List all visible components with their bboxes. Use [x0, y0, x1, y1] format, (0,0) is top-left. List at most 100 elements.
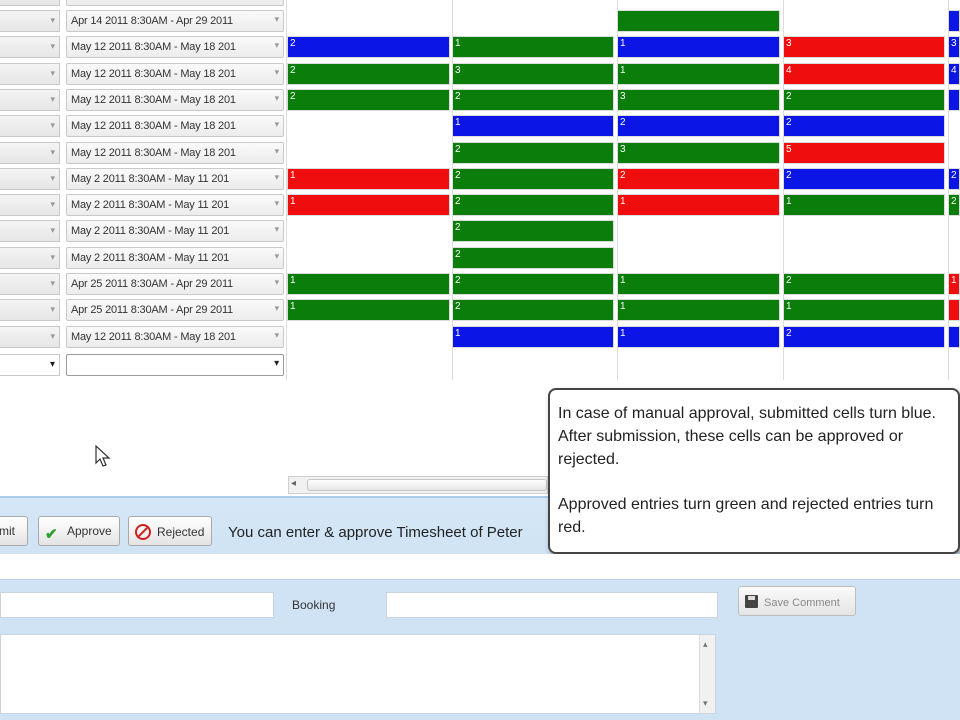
timesheet-cell-green[interactable]: 3 — [617, 89, 780, 111]
date-range-dropdown[interactable]: May 12 2011 8:30AM - May 18 201 ▾ — [66, 89, 284, 111]
row-label-dropdown[interactable]: ▾ — [0, 142, 60, 164]
row-label-dropdown[interactable]: ▾ — [0, 247, 60, 269]
timesheet-cell-green[interactable]: 2 — [452, 220, 614, 242]
row-label-dropdown[interactable]: ▾ — [0, 326, 60, 348]
new-entry-label-dropdown[interactable]: ▾ — [0, 354, 60, 376]
timesheet-cell-green[interactable]: 2 — [452, 168, 614, 190]
scroll-left-arrow-icon[interactable]: ◂ — [291, 478, 296, 489]
timesheet-cell-red[interactable]: 1 — [948, 273, 960, 295]
timesheet-cell-blue[interactable]: 2 — [287, 36, 450, 58]
grid-horizontal-scrollbar[interactable]: ◂ — [288, 476, 548, 494]
timesheet-cell-green[interactable]: 1 — [287, 299, 450, 321]
date-range-dropdown[interactable]: May 12 2011 8:30AM - May 18 201 ▾ — [66, 36, 284, 58]
row-label-dropdown[interactable]: ▾ — [0, 299, 60, 321]
submit-button[interactable]: mit — [0, 516, 28, 546]
row-label-dropdown[interactable]: ▾ — [0, 168, 60, 190]
timesheet-cell-green[interactable]: 3 — [452, 63, 614, 85]
timesheet-cell-green[interactable]: 2 — [783, 89, 945, 111]
scroll-up-arrow-icon[interactable]: ▴ — [703, 639, 708, 650]
row-label-dropdown[interactable]: ▾ — [0, 10, 60, 32]
timesheet-cell-blue[interactable]: 1 — [452, 115, 614, 137]
date-range-dropdown[interactable]: Apr 25 2011 8:30AM - Apr 29 2011 ▾ — [66, 273, 284, 295]
timesheet-cell-blue[interactable]: 1 — [452, 326, 614, 348]
date-range-dropdown[interactable]: May 2 2011 8:30AM - May 11 201 ▾ — [66, 247, 284, 269]
timesheet-cell-red[interactable] — [948, 299, 960, 321]
date-range-dropdown[interactable]: Apr 14 2011 8:30AM - Apr 29 2011 ▾ — [66, 10, 284, 32]
timesheet-cell-green[interactable]: 1 — [783, 194, 945, 216]
timesheet-cell-red[interactable]: 1 — [617, 194, 780, 216]
column-separator — [948, 0, 949, 380]
timesheet-cell-green[interactable]: 1 — [617, 299, 780, 321]
textarea-vertical-scrollbar[interactable]: ▴ ▾ — [699, 635, 715, 713]
timesheet-cell-green[interactable]: 2 — [452, 89, 614, 111]
row-label-dropdown[interactable]: ▾ — [0, 63, 60, 85]
timesheet-cell-blue[interactable]: 2 — [783, 168, 945, 190]
timesheet-cell-blue[interactable] — [948, 10, 960, 32]
date-range-dropdown[interactable]: May 2 2011 8:30AM - May 11 201 ▾ — [66, 220, 284, 242]
row-label-dropdown[interactable]: ▾ — [0, 36, 60, 58]
timesheet-cell-green[interactable]: 2 — [783, 273, 945, 295]
timesheet-cell-green[interactable]: 3 — [617, 142, 780, 164]
timesheet-cell-green[interactable]: 2 — [452, 273, 614, 295]
row-label-dropdown[interactable]: ▾ — [0, 273, 60, 295]
row-label-dropdown[interactable] — [0, 0, 60, 6]
date-range-dropdown[interactable] — [66, 0, 284, 6]
date-range-text: May 12 2011 8:30AM - May 18 201 — [71, 120, 236, 132]
row-label-dropdown[interactable]: ▾ — [0, 115, 60, 137]
timesheet-cell-blue[interactable]: 2 — [783, 326, 945, 348]
timesheet-cell-green[interactable]: 1 — [452, 36, 614, 58]
approve-button[interactable]: ✔ Approve — [38, 516, 120, 546]
chevron-down-icon: ▾ — [50, 252, 55, 262]
timesheet-cell-green[interactable]: 2 — [452, 194, 614, 216]
timesheet-cell-green[interactable]: 1 — [617, 63, 780, 85]
timesheet-cell-green[interactable]: 2 — [452, 142, 614, 164]
timesheet-cell-blue[interactable]: 1 — [617, 326, 780, 348]
date-range-dropdown[interactable]: May 12 2011 8:30AM - May 18 201 ▾ — [66, 142, 284, 164]
date-range-text: May 2 2011 8:30AM - May 11 201 — [71, 173, 230, 185]
timesheet-cell-blue[interactable]: 2 — [783, 115, 945, 137]
timesheet-cell-blue[interactable] — [948, 89, 960, 111]
date-range-dropdown[interactable]: May 2 2011 8:30AM - May 11 201 ▾ — [66, 168, 284, 190]
timesheet-cell-red[interactable]: 4 — [783, 63, 945, 85]
chevron-down-icon: ▾ — [274, 119, 280, 129]
timesheet-cell-green[interactable]: 2 — [452, 299, 614, 321]
timesheet-cell-blue[interactable] — [948, 326, 960, 348]
timesheet-cell-green[interactable]: 2 — [452, 247, 614, 269]
save-comment-button[interactable]: Save Comment — [738, 586, 856, 616]
timesheet-cell-green[interactable]: 1 — [783, 299, 945, 321]
timesheet-cell-blue[interactable]: 2 — [948, 168, 960, 190]
scroll-down-arrow-icon[interactable]: ▾ — [703, 698, 708, 709]
date-range-text: May 2 2011 8:30AM - May 11 201 — [71, 252, 230, 264]
booking-input[interactable] — [386, 592, 718, 618]
timesheet-cell-blue[interactable]: 3 — [948, 36, 960, 58]
row-label-dropdown[interactable]: ▾ — [0, 89, 60, 111]
timesheet-cell-green[interactable]: 2 — [948, 194, 960, 216]
scrollbar-thumb[interactable] — [307, 479, 547, 491]
booking-label: Booking — [292, 598, 336, 612]
date-range-dropdown[interactable]: May 2 2011 8:30AM - May 11 201 ▾ — [66, 194, 284, 216]
date-range-dropdown[interactable]: May 12 2011 8:30AM - May 18 201 ▾ — [66, 326, 284, 348]
timesheet-cell-green[interactable]: 2 — [287, 89, 450, 111]
timesheet-cell-red[interactable]: 1 — [287, 168, 450, 190]
timesheet-cell-green[interactable]: 1 — [287, 273, 450, 295]
rejected-button[interactable]: Rejected — [128, 516, 212, 546]
timesheet-cell-green[interactable]: 1 — [617, 273, 780, 295]
chevron-down-icon: ▾ — [274, 277, 280, 287]
timesheet-cell-red[interactable]: 3 — [783, 36, 945, 58]
timesheet-cell-green[interactable] — [617, 10, 780, 32]
comment-textarea[interactable]: ▴ ▾ — [0, 634, 716, 714]
timesheet-cell-red[interactable]: 1 — [287, 194, 450, 216]
row-label-dropdown[interactable]: ▾ — [0, 220, 60, 242]
timesheet-cell-green[interactable]: 2 — [287, 63, 450, 85]
timesheet-cell-red[interactable]: 5 — [783, 142, 945, 164]
date-range-dropdown[interactable]: May 12 2011 8:30AM - May 18 201 ▾ — [66, 63, 284, 85]
timesheet-cell-blue[interactable]: 1 — [617, 36, 780, 58]
timesheet-cell-blue[interactable]: 4 — [948, 63, 960, 85]
date-range-dropdown[interactable]: May 12 2011 8:30AM - May 18 201 ▾ — [66, 115, 284, 137]
date-range-dropdown[interactable]: Apr 25 2011 8:30AM - Apr 29 2011 ▾ — [66, 299, 284, 321]
row-label-dropdown[interactable]: ▾ — [0, 194, 60, 216]
timesheet-cell-blue[interactable]: 2 — [617, 115, 780, 137]
new-entry-date-dropdown[interactable]: ▾ — [66, 354, 284, 376]
timesheet-cell-red[interactable]: 2 — [617, 168, 780, 190]
comment-input[interactable] — [0, 592, 274, 618]
